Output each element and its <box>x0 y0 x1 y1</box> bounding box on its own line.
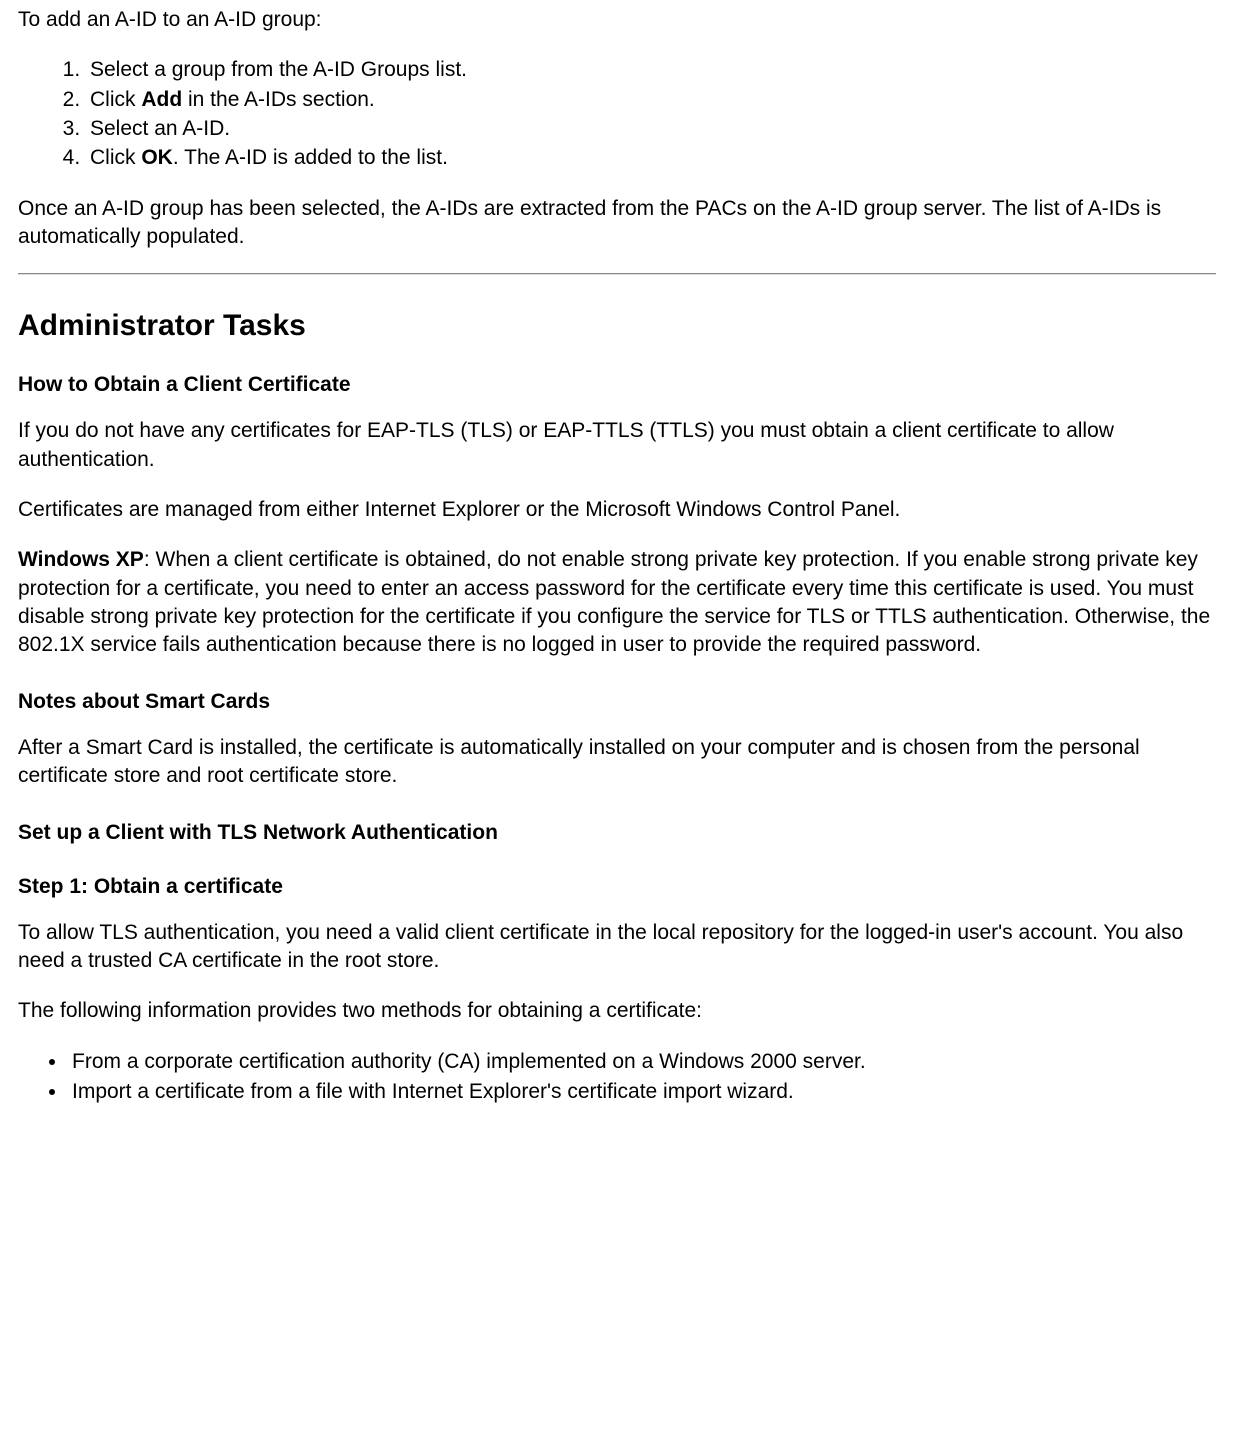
step-text-pre: Click <box>90 146 141 169</box>
step-text-bold: OK <box>141 146 173 169</box>
document-page: To add an A-ID to an A-ID group: Select … <box>0 0 1234 1456</box>
step-text: Select an A-ID. <box>90 117 230 140</box>
subsection-heading: Notes about Smart Cards <box>18 690 1216 714</box>
step-text: Select a group from the A-ID Groups list… <box>90 58 467 81</box>
list-item: Select an A-ID. <box>86 115 1216 143</box>
body-paragraph: The following information provides two m… <box>18 997 1216 1025</box>
body-paragraph: After a Smart Card is installed, the cer… <box>18 734 1216 791</box>
body-paragraph: Windows XP: When a client certificate is… <box>18 546 1216 659</box>
list-item: Click Add in the A-IDs section. <box>86 86 1216 114</box>
subsection-heading: Set up a Client with TLS Network Authent… <box>18 821 1216 845</box>
add-aid-steps-list: Select a group from the A-ID Groups list… <box>18 56 1216 172</box>
step-text-post: . The A-ID is added to the list. <box>173 146 448 169</box>
intro-paragraph: To add an A-ID to an A-ID group: <box>18 6 1216 34</box>
bullet-text: Import a certificate from a file with In… <box>72 1080 794 1103</box>
step-text-pre: Click <box>90 88 141 111</box>
section-divider <box>18 273 1216 275</box>
body-paragraph: Certificates are managed from either Int… <box>18 496 1216 524</box>
body-paragraph: If you do not have any certificates for … <box>18 417 1216 474</box>
subsection-heading: Step 1: Obtain a certificate <box>18 875 1216 899</box>
list-item: Import a certificate from a file with In… <box>68 1078 1216 1106</box>
list-item: Click OK. The A-ID is added to the list. <box>86 144 1216 172</box>
bullet-text: From a corporate certification authority… <box>72 1050 866 1073</box>
section-heading: Administrator Tasks <box>18 309 1216 343</box>
list-item: From a corporate certification authority… <box>68 1048 1216 1076</box>
inline-text: : When a client certificate is obtained,… <box>18 548 1210 656</box>
inline-bold: Windows XP <box>18 548 144 571</box>
subsection-heading: How to Obtain a Client Certificate <box>18 373 1216 397</box>
list-item: Select a group from the A-ID Groups list… <box>86 56 1216 84</box>
body-paragraph: To allow TLS authentication, you need a … <box>18 919 1216 976</box>
methods-bullet-list: From a corporate certification authority… <box>18 1048 1216 1107</box>
step-text-post: in the A-IDs section. <box>182 88 375 111</box>
step-text-bold: Add <box>141 88 182 111</box>
after-steps-paragraph: Once an A-ID group has been selected, th… <box>18 195 1216 252</box>
